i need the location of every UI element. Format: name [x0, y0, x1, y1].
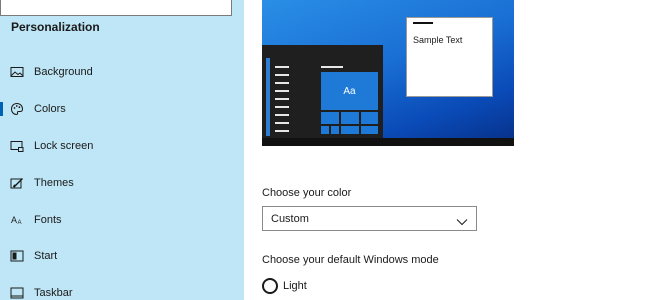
sidebar-heading: Personalization: [11, 20, 100, 34]
preview-sample-text: Sample Text: [413, 35, 463, 45]
preview-line: [275, 90, 289, 92]
color-dropdown-value: Custom: [271, 213, 309, 225]
sidebar-item-label: Taskbar: [34, 287, 73, 299]
svg-text:A: A: [11, 215, 17, 225]
radio-light[interactable]: Light: [262, 277, 307, 295]
windows-mode-label: Choose your default Windows mode: [262, 254, 439, 266]
preview-start-rail: [266, 58, 270, 136]
brush-icon: [10, 176, 24, 190]
sidebar-item-label: Background: [34, 66, 93, 78]
preview-line: [275, 130, 289, 132]
main-content: Aa Sample Text Choose your color Custom …: [244, 0, 660, 300]
preview-tile: [321, 112, 339, 124]
preview-line: [275, 122, 289, 124]
palette-icon: [10, 102, 24, 116]
monitor-lock-icon: [10, 139, 24, 153]
preview-line: [275, 106, 289, 108]
preview-line: [275, 82, 289, 84]
sidebar-item-label: Start: [34, 250, 58, 262]
preview-tile: [341, 126, 359, 134]
color-dropdown[interactable]: Custom: [262, 206, 477, 231]
preview-tile: [341, 112, 359, 124]
preview-tile: [321, 126, 329, 134]
sidebar-item-colors[interactable]: Colors: [0, 93, 244, 125]
preview-tile-header: [321, 66, 343, 68]
start-grid-icon: [10, 249, 24, 263]
sidebar-item-start[interactable]: Start: [0, 240, 244, 272]
preview-line: [275, 98, 289, 100]
preview-tile-large: Aa: [321, 72, 378, 110]
font-icon: AA: [10, 213, 24, 227]
taskbar-icon: [10, 286, 24, 300]
preview-line: [275, 74, 289, 76]
sidebar-item-background[interactable]: Background: [0, 56, 244, 88]
preview-taskbar: [262, 138, 514, 146]
sidebar-item-label: Themes: [34, 177, 74, 189]
sidebar-item-taskbar[interactable]: Taskbar: [0, 277, 244, 300]
theme-preview: Aa Sample Text: [262, 0, 514, 146]
chevron-down-icon: [456, 214, 468, 226]
preview-tile: [361, 112, 378, 124]
sidebar-item-lock-screen[interactable]: Lock screen: [0, 130, 244, 162]
preview-line: [275, 114, 289, 116]
search-box[interactable]: [0, 0, 232, 16]
sidebar-item-label: Colors: [34, 103, 66, 115]
preview-line: [275, 66, 289, 68]
sidebar-item-label: Lock screen: [34, 140, 94, 152]
preview-window-titlebar: [413, 22, 433, 24]
picture-icon: [10, 65, 24, 79]
sidebar-item-fonts[interactable]: AA Fonts: [0, 204, 244, 236]
sidebar-item-themes[interactable]: Themes: [0, 167, 244, 199]
radio-button[interactable]: [262, 278, 278, 294]
preview-tile: [361, 126, 378, 134]
choose-color-label: Choose your color: [262, 187, 352, 199]
sidebar-item-label: Fonts: [34, 214, 62, 226]
svg-text:A: A: [18, 220, 22, 226]
preview-window: Sample Text: [406, 17, 493, 97]
preview-tile: [331, 126, 339, 134]
sidebar: Personalization Background Colors Lock s…: [0, 0, 244, 300]
radio-light-label: Light: [283, 280, 307, 292]
